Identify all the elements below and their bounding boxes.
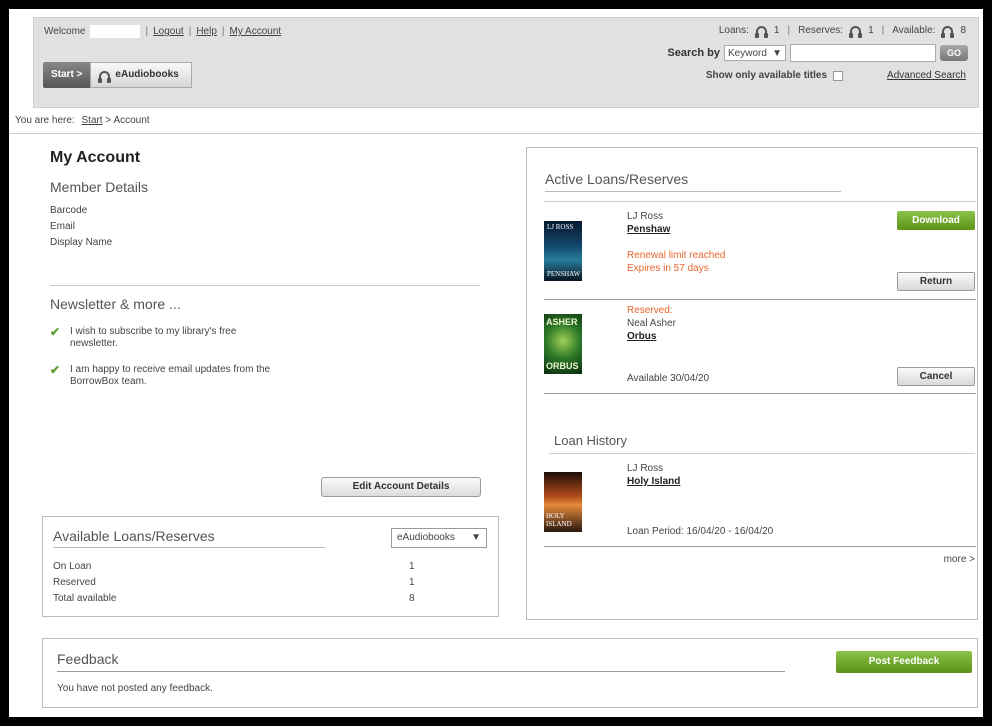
my-account-link[interactable]: My Account [230, 26, 282, 37]
dropdown-arrow-icon: ▼ [471, 532, 481, 543]
book-cover-holy-island[interactable]: HOLY ISLAND [544, 472, 582, 532]
available-only-label: Show only available titles [705, 70, 828, 81]
book-cover-orbus[interactable]: ASHER ORBUS [544, 314, 582, 374]
reserves-count: 1 [868, 25, 874, 36]
section-divider [50, 285, 480, 286]
available-loans-box: Available Loans/Reserves eAudiobooks ▼ O… [42, 516, 499, 617]
stat-label: On Loan [53, 561, 92, 572]
tab-start[interactable]: Start > [43, 62, 91, 88]
more-link[interactable]: more > [944, 554, 975, 565]
search-row: Search by Keyword ▼ GO [667, 44, 968, 62]
feedback-title: Feedback [57, 651, 119, 667]
reserve-item-orbus: Reserved: Neal Asher Orbus [627, 304, 676, 343]
headphones-icon [941, 26, 955, 38]
site-header: Welcome | Logout | Help | My Account Sta… [33, 17, 979, 108]
loan-period: Loan Period: 16/04/20 - 16/04/20 [627, 526, 774, 537]
active-loans-panel: Active Loans/Reserves LJ ROSS PENSHAW LJ… [526, 147, 978, 620]
feedback-box: Feedback You have not posted any feedbac… [42, 638, 978, 708]
welcome-bar: Welcome | Logout | Help | My Account [44, 25, 282, 38]
post-feedback-button[interactable]: Post Feedback [836, 651, 972, 673]
book-author: LJ Ross [627, 211, 664, 222]
download-button[interactable]: Download [897, 211, 975, 230]
loan-counts: Loans: 1 | Reserves: 1 | Available: 8 [718, 25, 966, 38]
return-button[interactable]: Return [897, 272, 975, 291]
advanced-search-link[interactable]: Advanced Search [887, 70, 966, 81]
available-date: Available 30/04/20 [627, 373, 710, 384]
barcode-label: Barcode [50, 205, 88, 216]
page-frame: Welcome | Logout | Help | My Account Sta… [9, 9, 983, 717]
newsletter-option: ✔ I am happy to receive email updates fr… [50, 363, 271, 387]
breadcrumb: You are here: Start > Account [15, 115, 150, 126]
stat-label: Total available [53, 593, 117, 604]
checkmark-icon: ✔ [50, 363, 61, 377]
logout-link[interactable]: Logout [153, 26, 184, 37]
book-title-link[interactable]: Penshaw [627, 223, 725, 236]
search-by-label: Search by [667, 47, 720, 59]
page-title: My Account [50, 149, 141, 166]
book-title-link[interactable]: Holy Island [627, 475, 680, 488]
expiry-status: Expires in 57 days [627, 263, 709, 274]
breadcrumb-current: > Account [105, 115, 150, 126]
book-author: Neal Asher [627, 318, 676, 329]
search-go-button[interactable]: GO [940, 45, 968, 61]
headphones-icon [754, 26, 768, 38]
welcome-label: Welcome [44, 26, 86, 37]
tab-eaudiobooks[interactable]: eAudiobooks [90, 62, 192, 88]
email-label: Email [50, 221, 76, 232]
search-input[interactable] [790, 44, 936, 62]
headphones-icon [849, 26, 863, 38]
help-link[interactable]: Help [196, 26, 217, 37]
format-select[interactable]: eAudiobooks ▼ [391, 528, 487, 548]
breadcrumb-start-link[interactable]: Start [81, 115, 102, 126]
available-loans-title: Available Loans/Reserves [53, 528, 215, 544]
edit-account-button[interactable]: Edit Account Details [321, 477, 481, 497]
active-loans-title: Active Loans/Reserves [545, 171, 689, 187]
loans-count: 1 [773, 25, 780, 36]
my-account-section: My Account Member Details Barcode Email … [50, 149, 480, 388]
breadcrumb-divider [9, 133, 983, 134]
available-count: 8 [960, 25, 966, 36]
book-author: LJ Ross [627, 463, 664, 474]
user-name-field [89, 25, 140, 38]
feedback-message: You have not posted any feedback. [57, 683, 213, 694]
headphones-icon [98, 70, 112, 83]
newsletter-option: ✔ I wish to subscribe to my library's fr… [50, 325, 237, 349]
stat-label: Reserved [53, 577, 96, 588]
tab-bar: Start > eAudiobooks [43, 62, 192, 88]
member-details-heading: Member Details [50, 179, 149, 195]
dropdown-arrow-icon: ▼ [772, 47, 782, 59]
display-name-label: Display Name [50, 237, 113, 248]
book-title-link[interactable]: Orbus [627, 330, 676, 343]
stat-value: 8 [409, 593, 415, 604]
tab-eaudiobooks-label: eAudiobooks [115, 69, 179, 80]
checkmark-icon: ✔ [50, 325, 61, 339]
search-type-select[interactable]: Keyword ▼ [724, 45, 786, 61]
loan-history-title: Loan History [554, 433, 627, 448]
history-item-holy-island: LJ Ross Holy Island [627, 462, 680, 488]
renewal-status: Renewal limit reached [627, 250, 726, 261]
stat-value: 1 [409, 561, 415, 572]
available-filter-row: Show only available titles Advanced Sear… [706, 70, 966, 81]
member-details-list: Barcode Email Display Name [50, 203, 480, 251]
book-cover-penshaw[interactable]: LJ ROSS PENSHAW [544, 221, 582, 281]
loan-item-penshaw: LJ Ross Penshaw Renewal limit reached Ex… [627, 210, 725, 275]
reserved-status: Reserved: [627, 305, 673, 316]
available-only-checkbox[interactable] [833, 70, 844, 81]
cancel-reservation-button[interactable]: Cancel [897, 367, 975, 386]
stat-value: 1 [409, 577, 415, 588]
newsletter-heading: Newsletter & more ... [50, 296, 181, 312]
